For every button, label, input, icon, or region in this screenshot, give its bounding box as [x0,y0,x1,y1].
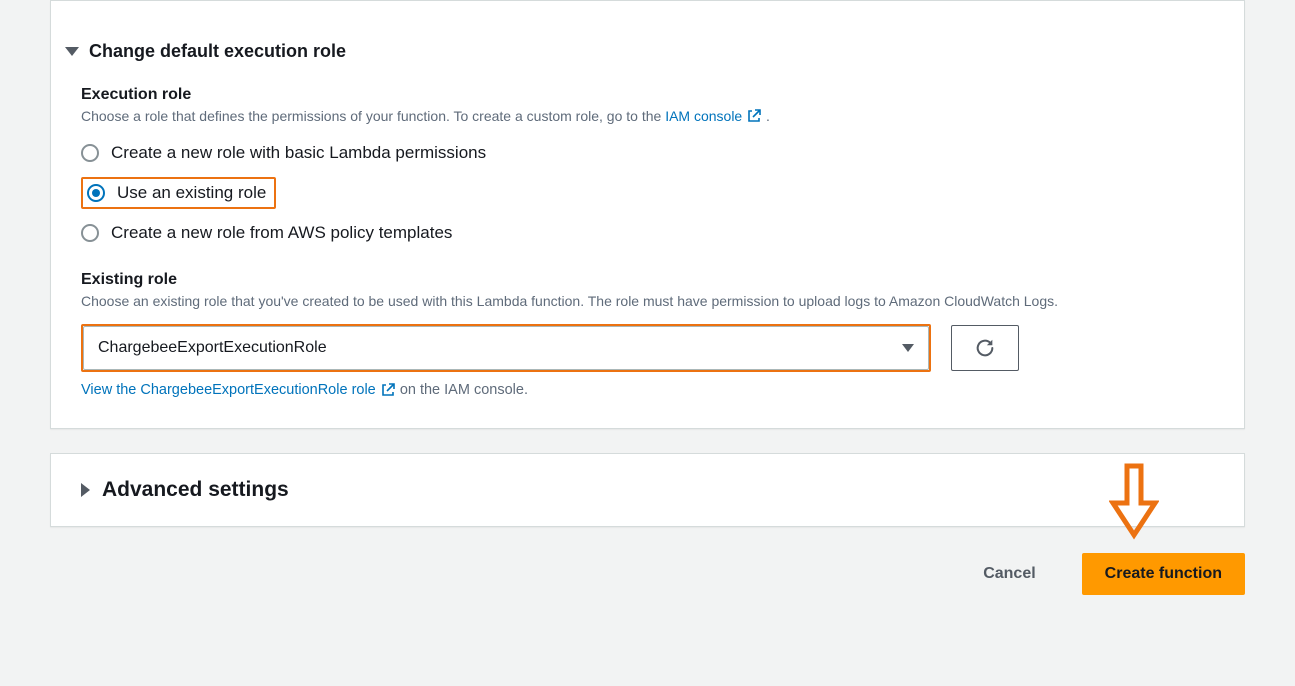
chevron-down-icon [902,344,914,352]
refresh-roles-button[interactable] [951,325,1019,371]
create-function-button[interactable]: Create function [1082,553,1245,595]
execution-role-radio-group: Create a new role with basic Lambda perm… [81,139,1214,247]
chevron-right-icon [81,483,90,497]
toggle-execution-role[interactable]: Change default execution role [51,29,1244,78]
footer-actions: Cancel Create function [50,553,1245,595]
execution-role-panel: Change default execution role Execution … [50,0,1245,429]
radio-icon [81,144,99,162]
view-role-line: View the ChargebeeExportExecutionRole ro… [81,382,1214,398]
iam-console-link[interactable]: IAM console [665,108,766,124]
execution-role-heading: Change default execution role [89,41,346,62]
radio-create-basic[interactable]: Create a new role with basic Lambda perm… [81,139,486,167]
external-link-icon [380,382,396,398]
radio-label: Create a new role with basic Lambda perm… [111,143,486,163]
cancel-button[interactable]: Cancel [961,553,1057,595]
view-role-link[interactable]: View the ChargebeeExportExecutionRole ro… [81,382,400,398]
existing-role-help: Choose an existing role that you've crea… [81,291,1214,312]
existing-role-select-highlight: ChargebeeExportExecutionRole [81,324,931,372]
radio-label: Use an existing role [117,183,266,203]
advanced-settings-panel: Advanced settings [50,453,1245,527]
radio-icon [81,224,99,242]
radio-use-existing[interactable]: Use an existing role [81,177,276,209]
execution-role-title: Execution role [81,86,1214,104]
radio-icon [87,184,105,202]
existing-role-select[interactable]: ChargebeeExportExecutionRole [83,326,929,370]
radio-label: Create a new role from AWS policy templa… [111,223,452,243]
refresh-icon [974,337,996,359]
chevron-down-icon [65,47,79,56]
toggle-advanced-settings[interactable]: Advanced settings [51,454,1244,526]
existing-role-title: Existing role [81,271,1214,289]
external-link-icon [746,108,762,124]
existing-role-selected-value: ChargebeeExportExecutionRole [98,339,327,357]
advanced-settings-heading: Advanced settings [102,478,289,502]
execution-role-help: Choose a role that defines the permissio… [81,106,1214,127]
radio-create-templates[interactable]: Create a new role from AWS policy templa… [81,219,452,247]
